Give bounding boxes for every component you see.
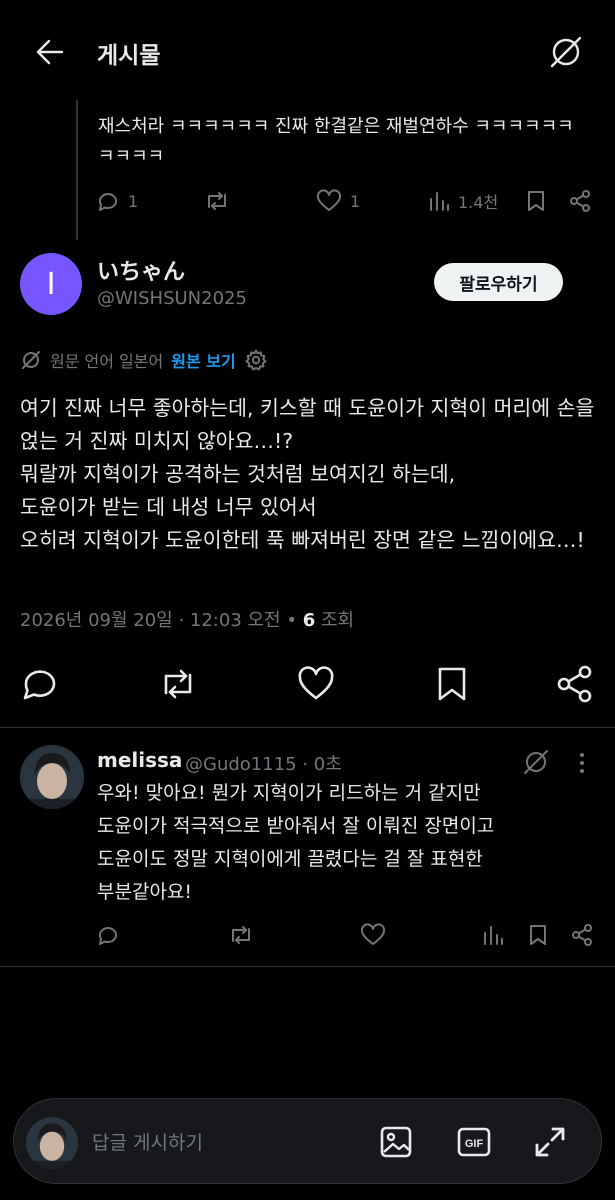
reply-author-name[interactable]: melissa <box>97 748 182 772</box>
repost-action[interactable] <box>228 923 254 947</box>
bookmark-icon <box>528 191 544 211</box>
my-avatar <box>26 1117 78 1169</box>
add-gif-button[interactable]: GIF <box>456 1124 492 1160</box>
more-options-button[interactable] <box>572 748 592 778</box>
views-chart-icon <box>484 926 503 945</box>
top-bar <box>0 0 615 100</box>
avatar-photo <box>26 1117 78 1169</box>
reply-icon <box>98 927 117 945</box>
share-icon <box>557 665 592 703</box>
translate-toggle-button[interactable] <box>546 32 586 72</box>
translation-language-label: 원문 언어 일본어 <box>50 352 164 371</box>
reply-count: 1 <box>128 191 139 211</box>
reply-text: 우와! 맞아요! 뭔가 지혁이가 리드하는 거 같지만 도윤이가 적극적으로 받… <box>97 782 495 903</box>
tweet-text: 여기 진짜 너무 좋아하는데, 키스할 때 도윤이가 지혁이 머리에 손을 얹는… <box>20 396 595 552</box>
thread-connector-line <box>76 100 78 240</box>
arrow-left-icon <box>36 39 64 65</box>
translate-off-icon <box>524 750 548 774</box>
previous-tweet-text: 재스처라 ㅋㅋㅋㅋㅋㅋ 진짜 한결같은 재벌연하수 ㅋㅋㅋㅋㅋㅋㅋㅋㅋㅋ <box>98 116 574 167</box>
like-count: 1 <box>350 191 361 211</box>
bookmark-icon <box>530 925 546 945</box>
reply-translate-button[interactable] <box>520 746 552 778</box>
follow-button[interactable]: 팔로우하기 <box>434 263 563 301</box>
bookmark-action[interactable] <box>527 923 549 947</box>
gif-label: GIF <box>465 1138 484 1150</box>
tweet-meta: 2026년 09월 20일 · 12:03 오전 • 6 조회 <box>20 606 354 632</box>
repost-action[interactable] <box>204 189 230 213</box>
heart-icon <box>316 189 342 211</box>
divider <box>0 966 615 967</box>
repost-icon <box>164 669 192 699</box>
more-vertical-icon <box>580 753 584 773</box>
tweet-timestamp[interactable]: 2026년 09월 20일 · 12:03 오전 <box>20 610 281 631</box>
share-action[interactable] <box>570 923 594 947</box>
heart-icon <box>298 666 334 700</box>
tweet-actions <box>20 664 595 704</box>
like-action[interactable] <box>360 923 386 947</box>
bookmark-action[interactable] <box>525 189 547 213</box>
translate-off-icon <box>22 351 40 369</box>
divider <box>0 727 615 728</box>
translate-off-icon <box>550 36 582 68</box>
reply-action[interactable]: 1 <box>96 189 138 213</box>
author-name[interactable]: いちゃん <box>97 254 185 286</box>
reply-actions <box>96 920 601 952</box>
views-action[interactable] <box>482 923 504 947</box>
reply-input[interactable]: 답글 게시하기 <box>92 1128 203 1155</box>
show-original-link[interactable]: 원본 보기 <box>171 348 235 372</box>
expand-compose-button[interactable] <box>532 1124 568 1160</box>
share-icon <box>570 190 590 212</box>
reply-author-handle[interactable]: @Gudo1115 · 0초 <box>185 750 342 776</box>
reply-author-avatar[interactable] <box>20 745 84 809</box>
page-title: 게시물 <box>97 43 161 69</box>
reply-icon <box>23 670 56 700</box>
tweet-views-label: 조회 <box>320 610 355 631</box>
bookmark-icon <box>438 667 466 701</box>
back-button[interactable] <box>30 32 70 72</box>
like-action[interactable]: 1 <box>316 189 360 213</box>
image-icon <box>380 1126 412 1158</box>
bookmark-button[interactable] <box>432 664 472 704</box>
translation-notice: 원문 언어 일본어 원본 보기 <box>20 345 268 375</box>
tweet-views-count: 6 <box>302 610 316 631</box>
share-icon <box>572 924 592 946</box>
share-action[interactable] <box>568 189 592 213</box>
expand-icon <box>535 1127 565 1157</box>
repost-button[interactable] <box>158 664 198 704</box>
add-image-button[interactable] <box>378 1124 414 1160</box>
gear-icon[interactable] <box>244 348 268 372</box>
author-handle[interactable]: @WISHSUN2025 <box>97 288 247 309</box>
reply-button[interactable] <box>20 664 60 704</box>
meta-separator: • <box>286 610 297 631</box>
author-avatar[interactable]: I <box>20 253 82 315</box>
gif-icon: GIF <box>457 1127 491 1157</box>
views-chart-icon <box>430 192 449 211</box>
views-action[interactable]: 1.4천 <box>428 189 498 213</box>
repost-icon <box>208 192 226 210</box>
like-button[interactable] <box>296 664 336 704</box>
previous-tweet-actions: 1 1 1.4천 <box>96 186 596 216</box>
share-button[interactable] <box>555 664 595 704</box>
heart-icon <box>360 923 386 945</box>
reply-icon <box>98 193 117 211</box>
reply-action[interactable] <box>96 923 120 947</box>
repost-icon <box>232 926 250 944</box>
avatar-photo <box>20 745 84 809</box>
views-count: 1.4천 <box>458 193 499 212</box>
